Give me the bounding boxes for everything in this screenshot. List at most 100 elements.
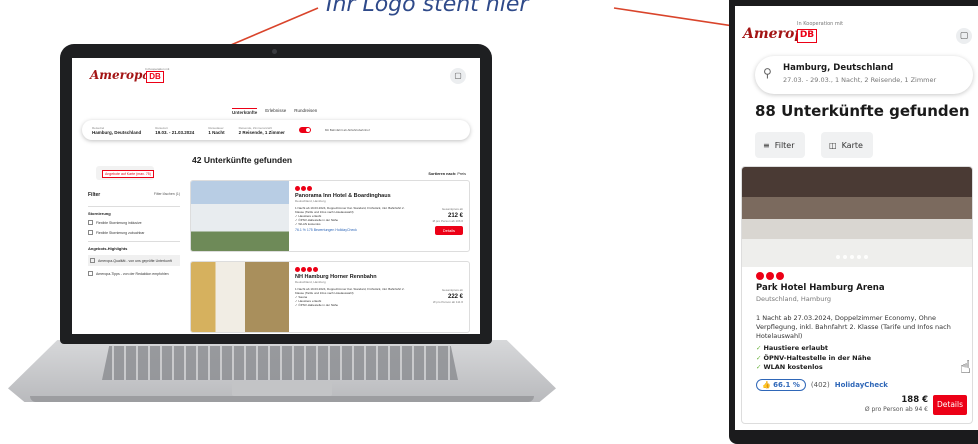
bahn-info: Mit Bahnfahrt ab Abfahrtsbahnhof <box>324 128 370 132</box>
checkbox[interactable] <box>88 271 93 276</box>
sort-value: Preis <box>457 172 466 176</box>
map-label: Karte <box>841 140 863 150</box>
personen-value: 2 Reisende, 1 Zimmer <box>238 129 285 135</box>
db-logo: DB <box>797 29 817 43</box>
checkbox[interactable] <box>88 220 93 225</box>
field-personen[interactable]: Reisende, Zimmeranzahl 2 Reisende, 1 Zim… <box>239 126 285 135</box>
amenities-list: ✓ Haustiere erlaubt ✓ ÖPNV-Haltestelle in … <box>756 344 871 373</box>
price-per-person: Ø pro Person ab 106 € <box>432 219 463 223</box>
price-column: Gesamtpreis ab 222 € Ø pro Person ab 111… <box>415 288 463 304</box>
filter-option-label: Ameropa-Tipps - von der Redaktion empfoh… <box>96 271 169 276</box>
rating-stars <box>756 272 784 280</box>
cart-icon[interactable]: ▢ <box>956 28 972 44</box>
filter-option-label: Flexible Stornierung zubuchbar <box>96 230 145 235</box>
search-location: Hamburg, Deutschland <box>783 63 894 73</box>
hotel-image[interactable] <box>191 181 289 251</box>
search-details: 27.03. - 29.03., 1 Nacht, 2 Reisende, 1 … <box>783 76 937 84</box>
hotel-card[interactable]: Park Hotel Hamburg Arena Deutschland, Ha… <box>741 166 973 424</box>
hotel-image[interactable] <box>742 167 972 267</box>
amenity: ✓ WLAN kostenlos <box>756 363 823 371</box>
filter-option-label: Flexible Stornierung inklusive <box>96 220 142 225</box>
filter-button[interactable]: ≡ Filter <box>755 132 805 158</box>
hotel-description: 1 Nacht ab 19.03.2024, Doppelzimmer Kat.… <box>295 206 405 214</box>
reisezeit-value: 19.03. - 21.03.2024 <box>155 129 195 135</box>
filter-option[interactable]: Flexible Stornierung zubuchbar <box>88 230 180 235</box>
filter-group-heading: Stornierung <box>88 206 180 216</box>
laptop-trackpad <box>232 382 332 396</box>
map-note: Angebote auf Karte (max. 75) <box>102 170 154 178</box>
hotel-location: Deutschland, Hamburg <box>756 295 832 303</box>
price-label: Gesamtpreis ab <box>441 288 463 292</box>
holidaycheck-rating[interactable]: 👍 66.1 % (402) HolidayCheck <box>756 379 888 391</box>
checkbox[interactable] <box>88 230 93 235</box>
hand-cursor-icon: ☝ <box>960 357 971 378</box>
thumbs-up-icon: 👍 <box>762 381 771 389</box>
db-logo: DB <box>146 71 164 83</box>
field-reisezeit[interactable]: Reisezeit 19.03. - 21.03.2024 <box>155 126 194 135</box>
search-bar[interactable]: ⚲ Hamburg, Deutschland 27.03. - 29.03., … <box>755 56 973 94</box>
price-column: Gesamtpreis ab 212 € Ø pro Person ab 106… <box>415 207 463 235</box>
search-icon: ⚲ <box>763 66 772 80</box>
laptop: Ameropa In Kooperation mit DB ▢ Unterkün… <box>60 44 492 344</box>
rating-stars <box>295 267 413 272</box>
caption: Ihr Logo steht hier <box>326 0 529 17</box>
hotel-description: 1 Nacht ab 19.03.2024, Doppelzimmer Kat.… <box>295 287 405 295</box>
amenity: ✓ ÖPNV-Haltestelle in der Nähe <box>756 353 872 362</box>
hotel-card[interactable]: NH Hamburg Horner Rennbahn Deutschland, … <box>190 261 470 333</box>
price-per-person: Ø pro Person ab 111 € <box>433 300 463 304</box>
filter-icon: ≡ <box>763 140 770 150</box>
hotel-image[interactable] <box>191 262 289 332</box>
details-button[interactable]: Details <box>434 226 463 235</box>
amenity: ✓ WLAN kostenlos <box>295 222 321 226</box>
search-bar[interactable]: Reiseziel Hamburg, Deutschland Reisezeit… <box>82 120 470 140</box>
bahn-toggle[interactable] <box>298 127 311 133</box>
sort-control[interactable]: Sortieren nach: Preis <box>428 172 466 176</box>
amenity: ✓ ÖPNV-Haltestelle in der Nähe <box>295 303 339 307</box>
price: 188 € <box>901 395 928 405</box>
holidaycheck-rating[interactable]: 76.1 % 175 Bewertungen HolidayCheck <box>295 228 413 232</box>
map-button[interactable]: ◫ Karte <box>821 132 873 158</box>
sort-label: Sortieren nach: <box>428 172 457 176</box>
hotel-card[interactable]: Panorama Inn Hotel & Boardinghaus Deutsc… <box>190 180 470 252</box>
phone: Ameropa In Kooperation mit DB ▢ ⚲ Hambur… <box>729 0 978 444</box>
checkbox[interactable] <box>90 258 95 263</box>
filter-reset-link[interactable]: Filter löschen (1) <box>154 192 180 198</box>
tab-unterkuenfte[interactable]: Unterkünfte <box>232 108 258 115</box>
tab-rundreisen[interactable]: Rundreisen <box>294 108 317 115</box>
result-count: 42 Unterkünfte gefunden <box>192 155 293 165</box>
price-per-person: Ø pro Person ab 94 € <box>864 406 928 413</box>
hotel-description: 1 Nacht ab 27.03.2024, Doppelzimmer Econ… <box>756 314 951 340</box>
camera <box>272 49 277 54</box>
amenity: ✓ Haustiere erlaubt <box>756 344 829 352</box>
filter-sidebar: Filter Filter löschen (1) Stornierung Fl… <box>88 192 180 281</box>
nav-tabs: Unterkünfte Erlebnisse Rundreisen <box>232 108 317 115</box>
reisedauer-value: 1 Nacht <box>208 129 225 135</box>
filter-title: Filter <box>88 192 101 198</box>
field-reiseziel[interactable]: Reiseziel Hamburg, Deutschland <box>92 126 141 135</box>
field-reisedauer[interactable]: Reisedauer 1 Nacht <box>208 126 224 135</box>
review-count: (402) <box>810 381 830 389</box>
map-icon: ◫ <box>829 140 837 150</box>
phone-screen: Ameropa In Kooperation mit DB ▢ ⚲ Hambur… <box>735 6 978 430</box>
hotel-location: Deutschland, Hamburg <box>295 199 326 203</box>
filter-option-label: Ameropa-Qualität - von uns geprüfte Unte… <box>98 258 172 263</box>
partner-text: In Kooperation mit <box>797 21 844 27</box>
hotel-location: Deutschland, Hamburg <box>295 280 326 284</box>
cart-icon[interactable]: ▢ <box>450 68 466 84</box>
laptop-screen: Ameropa In Kooperation mit DB ▢ Unterkün… <box>72 58 480 334</box>
details-button[interactable]: Details <box>933 395 967 415</box>
price-label: Gesamtpreis ab <box>441 207 463 211</box>
reiseziel-value: Hamburg, Deutschland <box>92 129 142 135</box>
ameropa-logo[interactable]: Ameropa <box>90 68 150 82</box>
rating-pill: 👍 66.1 % <box>756 379 806 391</box>
holidaycheck-logo: HolidayCheck <box>834 381 888 389</box>
result-count: 88 Unterkünfte gefunden <box>755 102 970 120</box>
laptop-front-edge <box>30 396 534 402</box>
image-carousel-dots[interactable] <box>836 255 868 259</box>
filter-option[interactable]: Ameropa-Qualität - von uns geprüfte Unte… <box>88 255 180 266</box>
hotel-name[interactable]: Park Hotel Hamburg Arena <box>756 283 885 293</box>
tab-erlebnisse[interactable]: Erlebnisse <box>265 108 286 115</box>
laptop-keyboard <box>102 346 458 380</box>
filter-option[interactable]: Ameropa-Tipps - von der Redaktion empfoh… <box>88 271 180 276</box>
filter-option[interactable]: Flexible Stornierung inklusive <box>88 220 180 225</box>
